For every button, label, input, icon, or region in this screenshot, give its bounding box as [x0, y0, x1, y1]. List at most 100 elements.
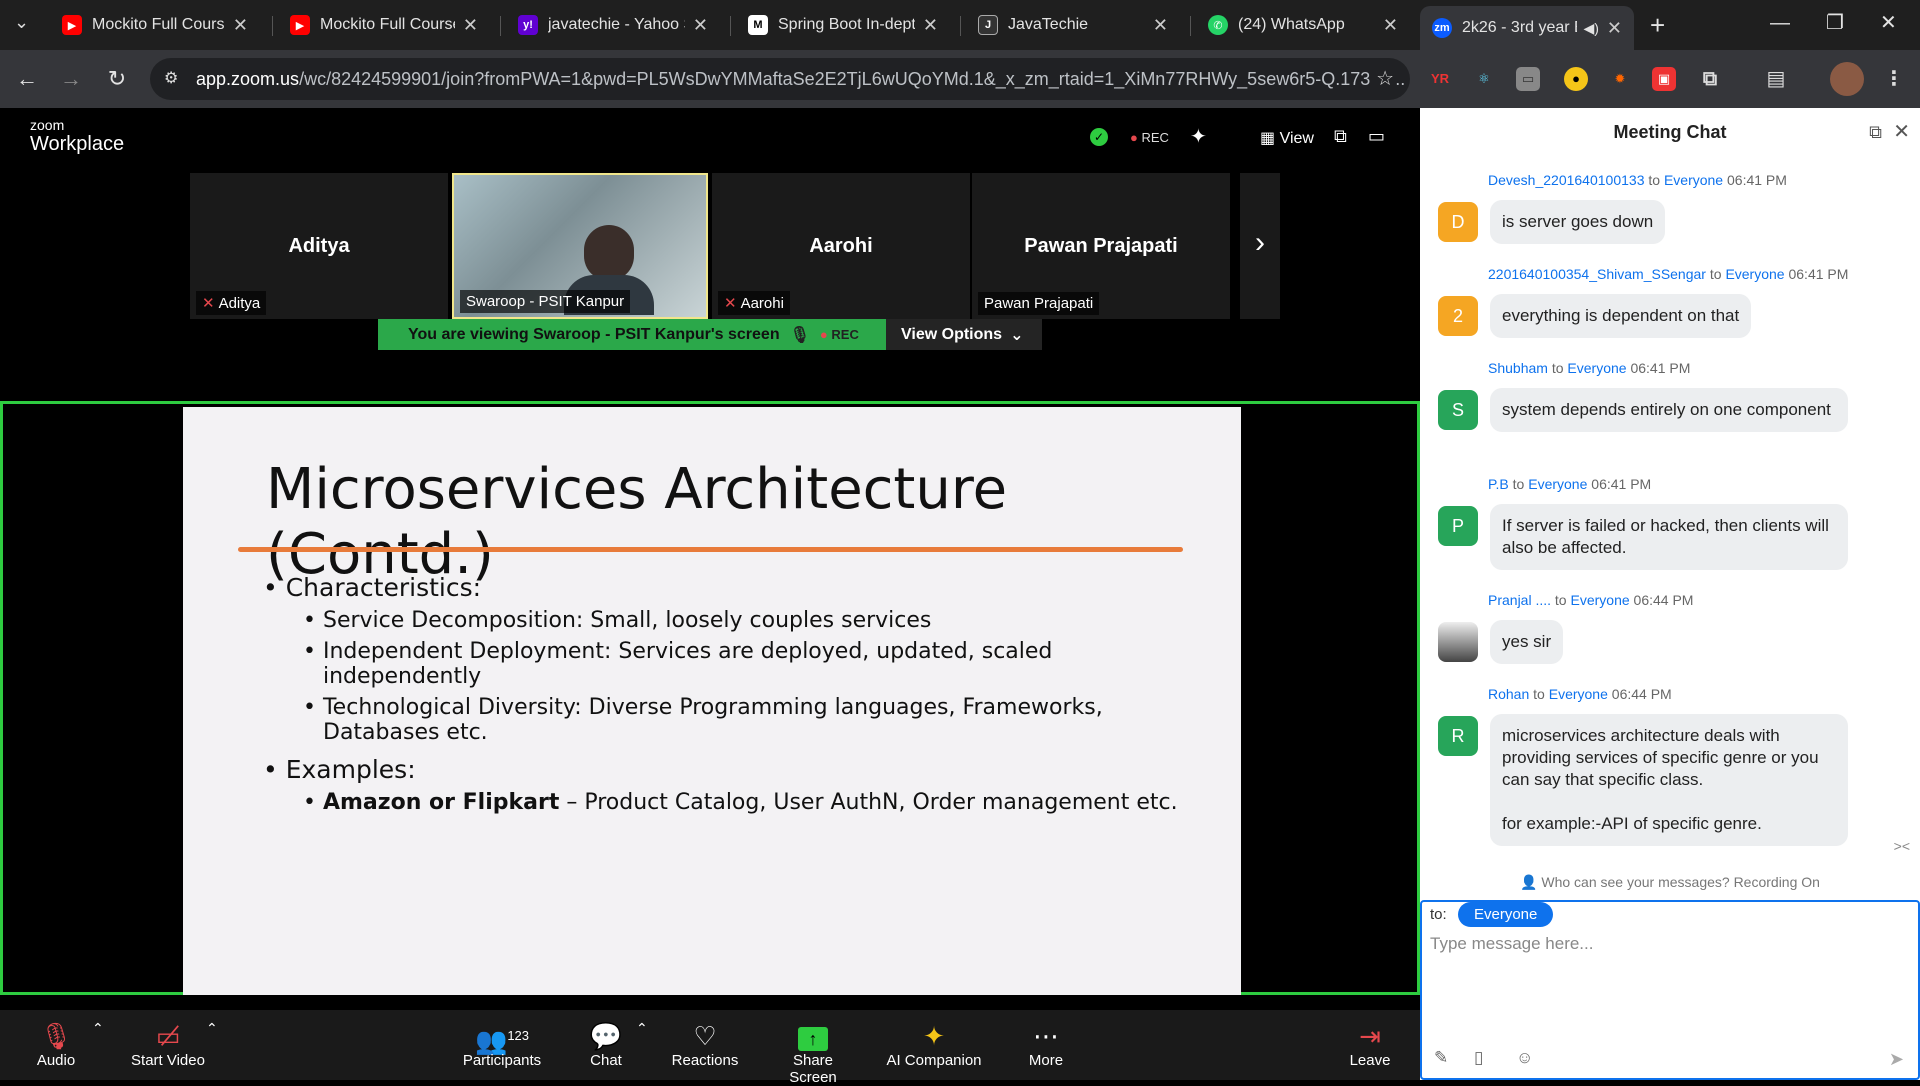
- video-off-icon: ▭̸: [155, 1021, 181, 1051]
- popout-icon[interactable]: ⧉: [1869, 108, 1882, 156]
- chat-bubble[interactable]: yes sir: [1490, 620, 1564, 664]
- extension-icon[interactable]: ●: [1564, 67, 1588, 91]
- more-button[interactable]: ⋯ More: [1024, 1020, 1068, 1069]
- chat-bubble[interactable]: system depends entirely on one component: [1490, 388, 1848, 432]
- chat-recipient-select[interactable]: Everyone: [1458, 902, 1554, 927]
- browser-tab-active[interactable]: zm 2k26 - 3rd year E ◀) ✕: [1420, 6, 1634, 50]
- start-video-label: Start Video: [131, 1052, 205, 1069]
- window-close-icon[interactable]: ✕: [1880, 10, 1897, 35]
- chat-meta: 2201640100354_Shivam_SSengar to Everyone…: [1488, 266, 1848, 282]
- chat-sender[interactable]: P.B: [1488, 476, 1509, 492]
- browser-tab[interactable]: M Spring Boot In-depth ✕: [736, 8, 950, 42]
- send-icon[interactable]: ➤: [1889, 1049, 1904, 1070]
- reload-icon[interactable]: ↻: [102, 64, 132, 94]
- start-video-button[interactable]: ▭̸ Start Video: [128, 1020, 208, 1069]
- chat-options-chevron-icon[interactable]: ⌃: [636, 1020, 648, 1037]
- chat-message-input[interactable]: Type message here...: [1430, 934, 1593, 954]
- chevron-down-icon: ⌄: [1010, 326, 1024, 344]
- back-icon[interactable]: ←: [12, 64, 42, 94]
- browser-tab[interactable]: J JavaTechie ✕: [966, 8, 1180, 42]
- participant-tile[interactable]: Pawan Prajapati Pawan Prajapati: [972, 173, 1230, 319]
- close-icon[interactable]: ✕: [1607, 18, 1622, 39]
- next-page-chevron-icon[interactable]: ›: [1240, 173, 1280, 319]
- tab-search-icon[interactable]: ⌄: [14, 12, 29, 33]
- format-icon[interactable]: ✎: [1434, 1048, 1448, 1068]
- chat-bubble[interactable]: everything is dependent on that: [1490, 294, 1752, 338]
- puzzle-icon[interactable]: ⧉: [1698, 67, 1722, 91]
- minimize-icon[interactable]: —: [1770, 12, 1790, 35]
- close-icon[interactable]: ✕: [1383, 15, 1398, 36]
- extension-yr-icon[interactable]: YR: [1428, 67, 1452, 91]
- chat-bubble[interactable]: microservices architecture deals with pr…: [1490, 714, 1848, 846]
- screen-switch-icon[interactable]: ⧉: [1334, 126, 1347, 147]
- participant-tile[interactable]: Aditya ✕ Aditya: [190, 173, 448, 319]
- close-icon[interactable]: ✕: [463, 15, 478, 36]
- chat-composer[interactable]: to: Everyone Type message here... ✎ ▯ ☺ …: [1420, 900, 1920, 1080]
- participant-name: Aarohi: [809, 235, 873, 257]
- close-icon[interactable]: ✕: [1153, 15, 1168, 36]
- audio-button[interactable]: 🎙 Audio: [30, 1020, 82, 1069]
- browser-tab[interactable]: y! javatechie - Yahoo Se ✕: [506, 8, 720, 42]
- extension-sun-icon[interactable]: ✹: [1608, 67, 1632, 91]
- profile-avatar[interactable]: [1830, 62, 1864, 96]
- menu-dots-icon[interactable]: ⋮: [1882, 67, 1906, 91]
- chat-sender[interactable]: Pranjal ....: [1488, 592, 1551, 608]
- ai-companion-button[interactable]: ✦ AI Companion: [884, 1020, 984, 1069]
- chat-sender[interactable]: Rohan: [1488, 686, 1529, 702]
- chat-recipient[interactable]: Everyone: [1528, 476, 1587, 492]
- share-screen-button[interactable]: ↑ Share Screen: [768, 1020, 858, 1086]
- chat-recipient[interactable]: Everyone: [1549, 686, 1608, 702]
- participant-label: Swaroop - PSIT Kanpur: [460, 290, 631, 313]
- slide-sub-bullet: Amazon or Flipkart – Product Catalog, Us…: [303, 790, 1203, 815]
- view-options-button[interactable]: View Options ⌄: [886, 319, 1042, 350]
- minimize-view-icon[interactable]: ▭: [1368, 126, 1385, 147]
- chat-bubble[interactable]: is server goes down: [1490, 200, 1666, 244]
- chat-sender[interactable]: Devesh_2201640100133: [1488, 172, 1644, 188]
- youtube-icon: ▶: [62, 15, 82, 35]
- browser-tab[interactable]: ✆ (24) WhatsApp ✕: [1196, 8, 1410, 42]
- encryption-shield-icon[interactable]: ✓: [1090, 128, 1108, 146]
- sparkle-icon[interactable]: ✦: [1190, 124, 1207, 149]
- emoji-icon[interactable]: ☺: [1516, 1048, 1533, 1068]
- chat-visibility-note[interactable]: 👤 Who can see your messages? Recording O…: [1420, 874, 1920, 891]
- speaker-icon[interactable]: ◀): [1583, 20, 1598, 37]
- reading-list-icon[interactable]: ▤: [1764, 67, 1788, 91]
- chat-sender[interactable]: Shubham: [1488, 360, 1548, 376]
- chat-time: 06:41 PM: [1591, 476, 1652, 492]
- browser-tab[interactable]: ▶ Mockito Full Course i ✕: [278, 8, 490, 42]
- chat-bubble[interactable]: If server is failed or hacked, then clie…: [1490, 504, 1848, 570]
- close-icon[interactable]: ✕: [923, 15, 938, 36]
- restore-icon[interactable]: ❐: [1826, 10, 1844, 35]
- close-icon[interactable]: ✕: [693, 15, 708, 36]
- close-icon[interactable]: ✕: [233, 15, 248, 36]
- reactions-button[interactable]: ♡ Reactions: [670, 1020, 740, 1069]
- audio-options-chevron-icon[interactable]: ⌃: [92, 1020, 104, 1037]
- forward-icon[interactable]: →: [56, 64, 86, 94]
- chat-recipient[interactable]: Everyone: [1567, 360, 1626, 376]
- collapse-icon[interactable]: ><: [1894, 838, 1910, 854]
- close-icon[interactable]: ✕: [1893, 108, 1910, 156]
- bookmark-star-icon[interactable]: ☆: [1370, 66, 1394, 91]
- react-devtools-icon[interactable]: ⚛: [1472, 67, 1496, 91]
- new-tab-button[interactable]: +: [1650, 10, 1665, 41]
- chat-recipient[interactable]: Everyone: [1725, 266, 1784, 282]
- video-options-chevron-icon[interactable]: ⌃: [206, 1020, 218, 1037]
- chat-button[interactable]: 💬 Chat: [586, 1020, 626, 1069]
- browser-tab[interactable]: ▶ Mockito Full Course i ✕: [50, 8, 260, 42]
- tab-label: 2k26 - 3rd year E: [1462, 19, 1578, 36]
- url-field[interactable]: ⚙ app.zoom.us/wc/82424599901/join?fromPW…: [150, 58, 1410, 100]
- leave-button[interactable]: ⇥ Leave: [1348, 1020, 1392, 1069]
- participants-button[interactable]: 👥123 Participants: [460, 1020, 544, 1069]
- extension-icon[interactable]: ▣: [1652, 67, 1676, 91]
- participant-tile[interactable]: Aarohi ✕ Aarohi: [712, 173, 970, 319]
- extension-icon[interactable]: ▭: [1516, 67, 1540, 91]
- view-button[interactable]: ▦ View: [1260, 128, 1314, 148]
- site-info-icon[interactable]: ⚙: [164, 68, 178, 88]
- chat-sender[interactable]: 2201640100354_Shivam_SSengar: [1488, 266, 1706, 282]
- chat-recipient[interactable]: Everyone: [1664, 172, 1723, 188]
- participant-tile-active-speaker[interactable]: Swaroop - PSIT Kanpur: [452, 173, 708, 319]
- chat-recipient[interactable]: Everyone: [1571, 592, 1630, 608]
- file-icon[interactable]: ▯: [1474, 1048, 1483, 1068]
- recording-indicator[interactable]: ● REC: [1130, 130, 1169, 145]
- shared-screen[interactable]: Microservices Architecture (Contd.) Char…: [0, 401, 1420, 995]
